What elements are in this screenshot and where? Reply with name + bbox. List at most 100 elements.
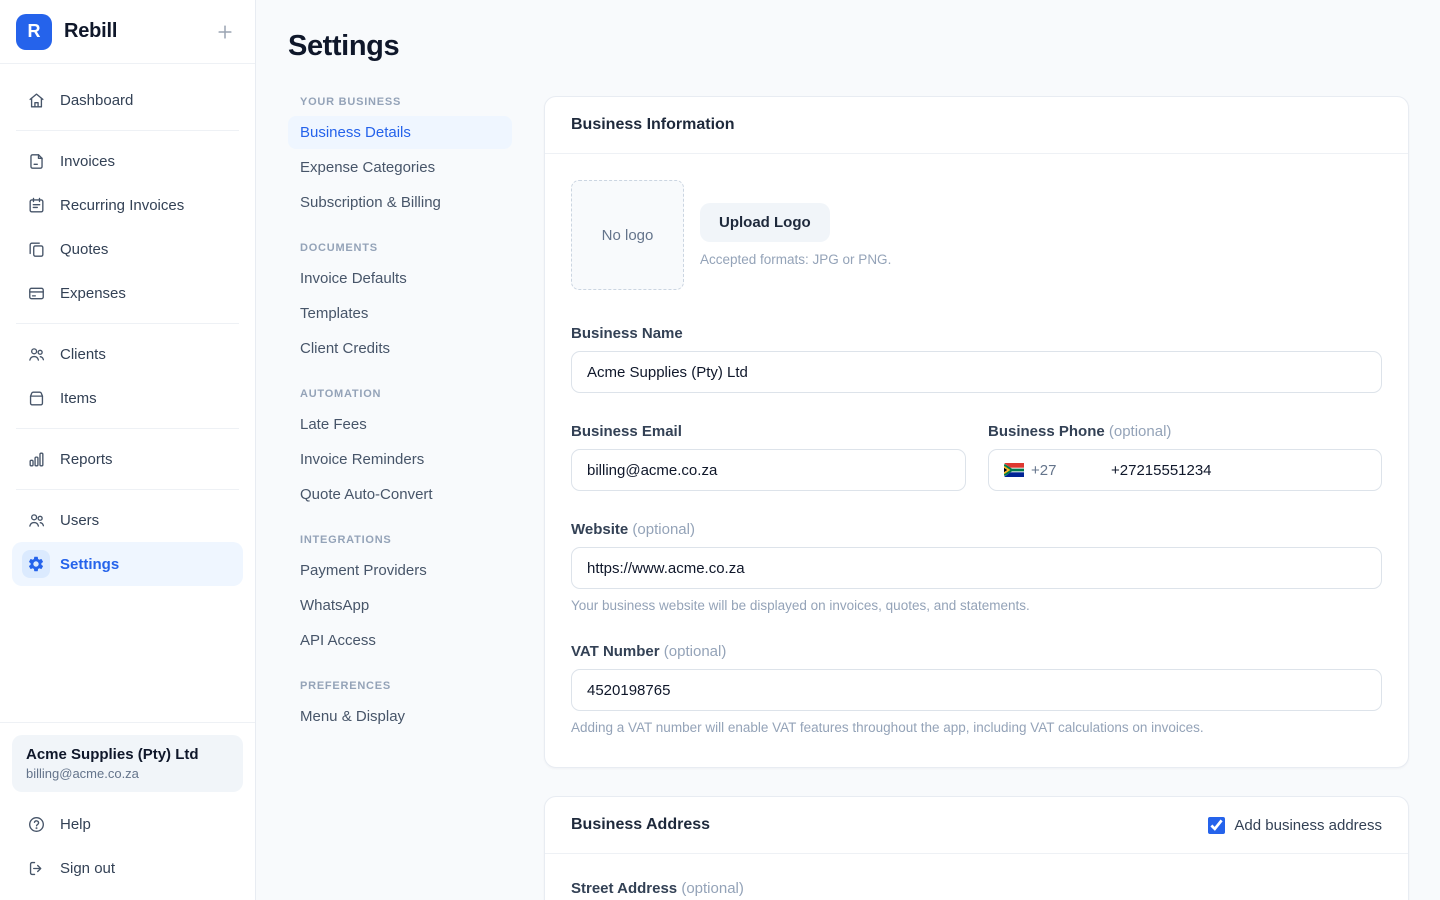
log-out-icon	[22, 854, 50, 882]
add-business-address-checkbox[interactable]	[1208, 817, 1225, 834]
account-name: Acme Supplies (Pty) Ltd	[26, 746, 229, 763]
settings-nav-item-templates[interactable]: Templates	[288, 297, 512, 330]
vat-helper-text: Adding a VAT number will enable VAT feat…	[571, 720, 1382, 735]
vat-number-field-group: VAT Number (optional) Adding a VAT numbe…	[571, 643, 1382, 735]
settings-nav-item-expense-categories[interactable]: Expense Categories	[288, 151, 512, 184]
business-email-label: Business Email	[571, 423, 966, 440]
website-input[interactable]	[571, 547, 1382, 589]
settings-nav-item-menu-display[interactable]: Menu & Display	[288, 700, 512, 733]
section-header: AUTOMATION	[288, 388, 512, 400]
business-name-field-group: Business Name	[571, 325, 1382, 393]
sidebar-item-settings[interactable]: Settings	[12, 542, 243, 586]
upload-logo-button[interactable]: Upload Logo	[700, 203, 830, 242]
settings-nav-item-business-details[interactable]: Business Details	[288, 116, 512, 149]
website-field-group: Website (optional) Your business website…	[571, 521, 1382, 613]
section-header: DOCUMENTS	[288, 242, 512, 254]
business-phone-field-group: Business Phone (optional)	[988, 423, 1382, 491]
copy-icon	[22, 235, 50, 263]
business-name-input[interactable]	[571, 351, 1382, 393]
settings-nav-item-payment-providers[interactable]: Payment Providers	[288, 554, 512, 587]
sidebar-nav: Dashboard Invoices Recurring Invoices Qu…	[0, 64, 255, 722]
sidebar-item-reports[interactable]: Reports	[12, 437, 243, 481]
divider	[16, 130, 239, 131]
account-card[interactable]: Acme Supplies (Pty) Ltd billing@acme.co.…	[12, 735, 243, 792]
settings-nav-item-invoice-defaults[interactable]: Invoice Defaults	[288, 262, 512, 295]
business-phone-label: Business Phone (optional)	[988, 423, 1382, 440]
settings-nav-item-subscription-billing[interactable]: Subscription & Billing	[288, 186, 512, 219]
sidebar-item-dashboard[interactable]: Dashboard	[12, 78, 243, 122]
home-icon	[22, 86, 50, 114]
optional-tag: (optional)	[664, 643, 727, 660]
sidebar-item-invoices[interactable]: Invoices	[12, 139, 243, 183]
sidebar-item-items[interactable]: Items	[12, 376, 243, 420]
sidebar-item-help[interactable]: Help	[12, 802, 243, 846]
page-title: Settings	[288, 30, 1409, 63]
settings-nav-item-client-credits[interactable]: Client Credits	[288, 332, 512, 365]
optional-tag: (optional)	[632, 521, 695, 538]
vat-number-input[interactable]	[571, 669, 1382, 711]
sidebar-item-label: Expenses	[60, 285, 126, 302]
settings-nav-section-integrations: INTEGRATIONS Payment Providers WhatsApp …	[288, 534, 512, 657]
settings-nav-item-whatsapp[interactable]: WhatsApp	[288, 589, 512, 622]
sidebar: R Rebill Dashboard Invoices Recurring	[0, 0, 256, 900]
add-business-address-label[interactable]: Add business address	[1234, 817, 1382, 834]
website-label: Website (optional)	[571, 521, 1382, 538]
business-information-card: Business Information No logo Upload Logo…	[544, 96, 1409, 768]
sidebar-item-clients[interactable]: Clients	[12, 332, 243, 376]
sidebar-footer: Acme Supplies (Pty) Ltd billing@acme.co.…	[0, 722, 255, 900]
add-new-button[interactable]	[213, 20, 237, 44]
card-title: Business Address	[571, 816, 710, 834]
divider	[16, 489, 239, 490]
invoice-icon	[22, 147, 50, 175]
sidebar-item-expenses[interactable]: Expenses	[12, 271, 243, 315]
sidebar-item-sign-out[interactable]: Sign out	[12, 846, 243, 890]
sidebar-item-label: Users	[60, 512, 99, 529]
people-icon	[22, 340, 50, 368]
sidebar-item-label: Quotes	[60, 241, 108, 258]
divider	[16, 323, 239, 324]
settings-nav-item-late-fees[interactable]: Late Fees	[288, 408, 512, 441]
south-africa-flag-icon	[1004, 463, 1024, 477]
divider	[16, 428, 239, 429]
help-circle-icon	[22, 810, 50, 838]
dial-code-selector[interactable]: +27	[989, 462, 1111, 479]
street-address-field-group: Street Address (optional)	[571, 880, 1382, 900]
business-address-card: Business Address Add business address St…	[544, 796, 1409, 900]
add-business-address-toggle: Add business address	[1208, 817, 1382, 834]
gear-icon	[22, 550, 50, 578]
settings-nav-section-documents: DOCUMENTS Invoice Defaults Templates Cli…	[288, 242, 512, 365]
settings-nav: YOUR BUSINESS Business Details Expense C…	[288, 96, 512, 756]
dial-code: +27	[1031, 462, 1056, 479]
sidebar-item-label: Invoices	[60, 153, 115, 170]
people-icon	[22, 506, 50, 534]
plus-icon	[215, 22, 235, 42]
business-email-input[interactable]	[571, 449, 966, 491]
settings-nav-item-api-access[interactable]: API Access	[288, 624, 512, 657]
card-body: No logo Upload Logo Accepted formats: JP…	[545, 154, 1408, 767]
settings-nav-section-automation: AUTOMATION Late Fees Invoice Reminders Q…	[288, 388, 512, 511]
email-phone-row: Business Email Business Phone (optional)	[571, 423, 1382, 491]
account-email: billing@acme.co.za	[26, 766, 229, 781]
main-content: Settings YOUR BUSINESS Business Details …	[256, 0, 1440, 900]
settings-nav-item-invoice-reminders[interactable]: Invoice Reminders	[288, 443, 512, 476]
sidebar-item-label: Recurring Invoices	[60, 197, 184, 214]
card-title: Business Information	[571, 116, 735, 134]
box-icon	[22, 384, 50, 412]
business-phone-input: +27	[988, 449, 1382, 491]
calendar-icon	[22, 191, 50, 219]
sidebar-item-label: Clients	[60, 346, 106, 363]
settings-content: Business Information No logo Upload Logo…	[544, 96, 1409, 900]
settings-nav-section-your-business: YOUR BUSINESS Business Details Expense C…	[288, 96, 512, 219]
sidebar-item-users[interactable]: Users	[12, 498, 243, 542]
section-header: PREFERENCES	[288, 680, 512, 692]
sidebar-item-recurring-invoices[interactable]: Recurring Invoices	[12, 183, 243, 227]
sidebar-item-quotes[interactable]: Quotes	[12, 227, 243, 271]
sidebar-item-label: Sign out	[60, 860, 115, 877]
settings-nav-item-quote-auto-convert[interactable]: Quote Auto-Convert	[288, 478, 512, 511]
credit-card-icon	[22, 279, 50, 307]
card-body: Street Address (optional)	[545, 854, 1408, 900]
accepted-formats-note: Accepted formats: JPG or PNG.	[700, 252, 891, 267]
bar-chart-icon	[22, 445, 50, 473]
sidebar-item-label: Dashboard	[60, 92, 133, 109]
phone-number-input[interactable]	[1111, 450, 1381, 490]
